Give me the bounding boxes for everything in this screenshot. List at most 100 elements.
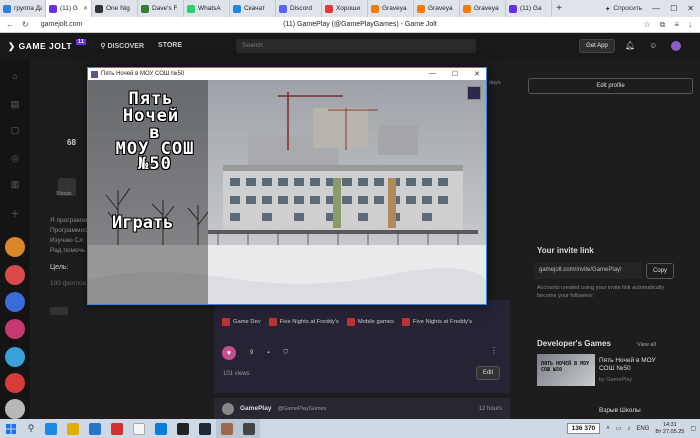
download-icon[interactable]: ↓ [688,20,692,30]
comment-icon[interactable]: ▪ [267,350,269,356]
start-button[interactable] [0,423,22,434]
game-title-line: №50 [138,154,172,174]
extensions-icon[interactable]: ⧉ [660,20,666,30]
browser-tab[interactable]: (11) Ga [506,0,552,17]
library-icon[interactable]: ▥ [9,179,21,189]
browser-tab[interactable]: Хороши [322,0,368,17]
url-field[interactable]: gamejolt.com [41,21,83,28]
edit-post-button[interactable]: Edit [476,366,500,380]
community-avatar[interactable] [5,292,25,312]
goals-value: 100 фоллов [50,280,87,287]
community-avatar[interactable] [5,347,25,367]
game-window-titlebar[interactable]: Пять Ночей в МОУ СОШ №50 — ☐ ✕ [88,68,486,80]
taskbar-app[interactable] [128,419,150,438]
tag-chip[interactable]: Game Dev [222,318,261,326]
post-author[interactable]: GamePlay [240,405,271,412]
more-options-icon[interactable]: ⋮ [490,346,498,355]
edit-profile-button[interactable]: Edit profile [528,78,693,94]
taskbar-app-active[interactable] [216,419,238,438]
browser-tab[interactable]: Graveya [368,0,414,17]
home-icon[interactable]: ⌂ [9,71,21,81]
heart-icon[interactable]: ♥ [222,346,236,360]
tag-chip[interactable]: Five Nights at Freddy's [401,318,472,326]
game-canvas[interactable]: Пять Ночей в МОУ СОШ №50 Играть [88,80,486,304]
friends-icon[interactable]: ☺ [649,41,657,51]
reload-icon[interactable]: ↻ [22,20,29,29]
browser-tab[interactable]: WhatsA [184,0,230,17]
back-icon[interactable]: ← [6,20,14,29]
browser-tab[interactable]: Скачат [230,0,276,17]
bell-icon[interactable]: 🔔︎ [625,41,635,51]
new-tab-icon[interactable]: + [552,0,566,17]
community-avatar[interactable] [5,399,25,419]
view-all-link[interactable]: View all [637,342,656,348]
bio-line: Я программи [50,217,90,224]
game-title-line: Ночей [122,106,180,126]
taskbar-app[interactable] [194,419,216,438]
tag-chip[interactable]: Mobile games [346,318,394,326]
more-button[interactable] [50,307,68,315]
game-title-link[interactable]: Пять Ночей в МОУ СОШ №50 [599,357,669,373]
browser-tab[interactable]: группа Дамира [0,0,46,17]
taskbar-app-active[interactable] [238,419,260,438]
language-indicator[interactable]: ENG [636,426,649,432]
browser-tab[interactable]: Dave's F [138,0,184,17]
tab-favicon-icon [509,4,517,13]
score-counter: 136 370 [566,423,601,434]
copy-button[interactable]: Copy [646,263,674,279]
browser-tab[interactable]: One Nig [92,0,138,17]
ask-button[interactable]: ✦ Спросить [601,0,646,17]
close-tab-icon[interactable]: ✕ [83,5,88,12]
minimize-icon[interactable]: — [429,70,436,78]
browser-tab[interactable]: Graveya [460,0,506,17]
minimize-icon[interactable]: — [652,4,660,13]
follower-count: 68 [67,138,76,147]
close-icon[interactable]: ✕ [687,4,694,13]
site-logo[interactable]: ❯ GAME JOLT 11 [0,39,87,52]
community-avatar[interactable] [5,265,25,285]
tab-favicon-icon [187,4,195,13]
taskbar-app[interactable] [106,419,128,438]
get-app-button[interactable]: Get App [579,39,615,53]
store-icon[interactable]: ▤ [9,99,21,109]
clock[interactable]: 14:31 Вт 27.05.25 [655,422,684,436]
controller-icon[interactable]: ◎ [9,153,21,163]
add-icon[interactable]: ＋ [9,207,21,219]
play-button[interactable]: Играть [112,213,173,233]
volume-icon[interactable]: ♪ [627,426,630,432]
chat-icon[interactable]: ▢ [9,125,21,135]
nav-discover[interactable]: ⚲ DISCOVER [100,42,144,50]
nav-store[interactable]: STORE [158,42,182,50]
taskbar-app[interactable] [84,419,106,438]
maximize-icon[interactable]: ☐ [452,70,458,78]
maximize-icon[interactable]: ☐ [670,4,677,13]
tag-chip[interactable]: Five Nights at Freddy's [268,318,339,326]
game-title-line: Пять [128,89,174,109]
bookmark-icon[interactable]: ☆ [643,20,650,30]
menu-icon[interactable]: ≡ [674,20,679,30]
taskbar-app[interactable] [40,419,62,438]
taskbar-app[interactable] [172,419,194,438]
notification-icon[interactable]: ▢ [690,425,696,432]
community-avatar[interactable] [5,319,25,339]
browser-tab[interactable]: Discord [276,0,322,17]
shield-icon[interactable]: ⛉ [283,350,288,357]
taskbar-app[interactable] [150,419,172,438]
game-window: Пять Ночей в МОУ СОШ №50 — ☐ ✕ Пять Ноче… [87,67,487,305]
network-icon[interactable]: ▭ [616,425,622,432]
search-input[interactable]: Search [236,39,476,53]
browser-tab[interactable]: Graveya [414,0,460,17]
community-avatar[interactable] [5,237,25,257]
invite-url-field[interactable]: gamejolt.com/invite/GamePlay! [534,263,642,279]
close-icon[interactable]: ✕ [474,70,480,78]
browser-tab-active[interactable]: (11) G ✕ [46,0,92,17]
avatar[interactable] [671,41,682,51]
chevron-up-icon[interactable]: ˄ [606,426,610,432]
community-avatar[interactable] [5,373,25,393]
search-icon[interactable]: ⚲ [22,423,40,434]
tab-favicon-icon [233,4,241,13]
avatar[interactable] [222,402,234,415]
game-title-link[interactable]: Взрыв Школы [599,407,641,414]
developer-games-title: Developer's Games [537,339,611,348]
taskbar-app[interactable] [62,419,84,438]
